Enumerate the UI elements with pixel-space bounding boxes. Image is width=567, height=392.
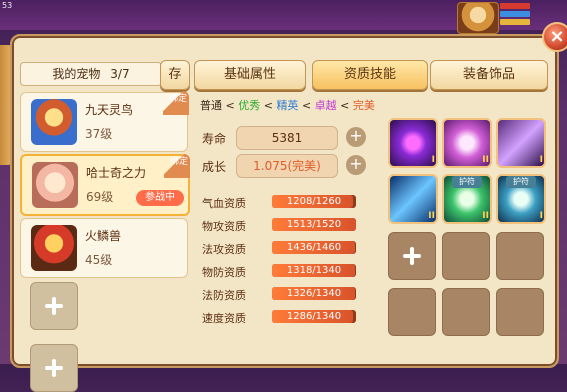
aptitude-label: 气血资质 [202,197,246,210]
aptitude-value: 1318/1340 [286,265,342,276]
pet-level: 37级 [85,127,113,141]
pet-name: 哈士奇之力 [86,166,147,180]
aptitude-bar: 1318/1340 [272,264,356,277]
skill-guard-icon[interactable]: 护符 I [496,174,546,224]
aptitude-value: 1436/1460 [286,242,342,253]
aptitude-value: 1326/1340 [286,288,342,299]
aptitude-value: 1286/1340 [286,311,342,322]
close-button[interactable]: × [542,22,567,52]
aptitude-label: 物攻资质 [202,220,246,233]
aptitude-label: 法攻资质 [202,243,246,256]
bound-badge: 绑定 [164,154,190,178]
pet-count-header: 我的宠物 3/7 [20,62,162,86]
empty-skill-slot [442,288,490,336]
skill-ice-icon[interactable]: II [388,174,438,224]
aptitude-label: 物防资质 [202,266,246,279]
guard-tag: 护符 [506,176,536,188]
add-skill-slot[interactable] [388,232,436,280]
skill-vortex-icon[interactable]: I [388,118,438,168]
player-bars [500,3,530,27]
exp-bar [500,19,530,25]
pet-item-3[interactable]: 火鳞兽 45级 [20,218,188,278]
pet-level: 69级 [86,190,114,204]
empty-skill-slot [388,288,436,336]
empty-skill-slot [496,232,544,280]
pet-avatar-fire-beast [31,225,77,271]
pet-item-1[interactable]: 九天灵鸟 37级 绑定 [20,91,189,152]
aptitude-label: 速度资质 [202,312,246,325]
add-pet-slot[interactable] [30,282,78,330]
pet-avatar-bird [31,99,77,145]
character-portrait[interactable] [457,2,499,34]
life-label: 寿命 [202,132,227,146]
aptitude-bar: 1326/1340 [272,287,356,300]
tab-equipment[interactable]: 装备饰品 [430,60,548,90]
pet-name: 火鳞兽 [85,229,122,243]
aptitude-value: 1208/1260 [286,196,342,207]
life-plus-button[interactable]: + [346,127,366,147]
pet-item-2[interactable]: 哈士奇之力 69级 绑定 参战中 [20,154,190,216]
pet-list: 九天灵鸟 37级 绑定 哈士奇之力 69级 绑定 参战中 火鳞兽 45级 [20,91,190,392]
aptitude-bar: 1436/1460 [272,241,356,254]
pet-name: 九天灵鸟 [85,103,134,117]
in-battle-badge: 参战中 [136,190,184,206]
growth-plus-button[interactable]: + [346,155,366,175]
aptitude-bar: 1208/1260 [272,195,356,208]
pet-avatar-husky [32,162,78,208]
pet-count: 3/7 [110,67,130,81]
skill-slash-icon[interactable]: I [496,118,546,168]
tab-basic-attributes[interactable]: 基础属性 [194,60,306,90]
aptitude-bar: 1513/1520 [272,218,356,231]
aptitude-label: 法防资质 [202,289,246,302]
aptitude-value: 1513/1520 [286,219,342,230]
guard-tag: 护符 [452,176,482,188]
empty-skill-slot [496,288,544,336]
add-pet-slot[interactable] [30,344,78,392]
life-value: 5381 [236,126,338,150]
mp-bar [500,11,530,17]
tab-aptitude-skills[interactable]: 资质技能 [312,60,428,90]
quality-legend: 普通 < 优秀 < 精英 < 卓越 < 完美 [200,99,375,112]
aptitude-bar: 1286/1340 [272,310,356,323]
store-pet-button[interactable]: 存 [160,60,190,90]
skill-guard-icon[interactable]: 护符 II [442,174,492,224]
pet-label: 我的宠物 [52,67,101,81]
pet-level: 45级 [85,253,113,267]
status-time: 53 [2,1,13,10]
growth-label: 成长 [202,160,227,174]
empty-skill-slot [442,232,490,280]
growth-value: 1.075(完美) [236,154,338,178]
bound-badge: 绑定 [163,91,189,115]
hp-bar [500,3,530,9]
skill-butterfly-icon[interactable]: II [442,118,492,168]
